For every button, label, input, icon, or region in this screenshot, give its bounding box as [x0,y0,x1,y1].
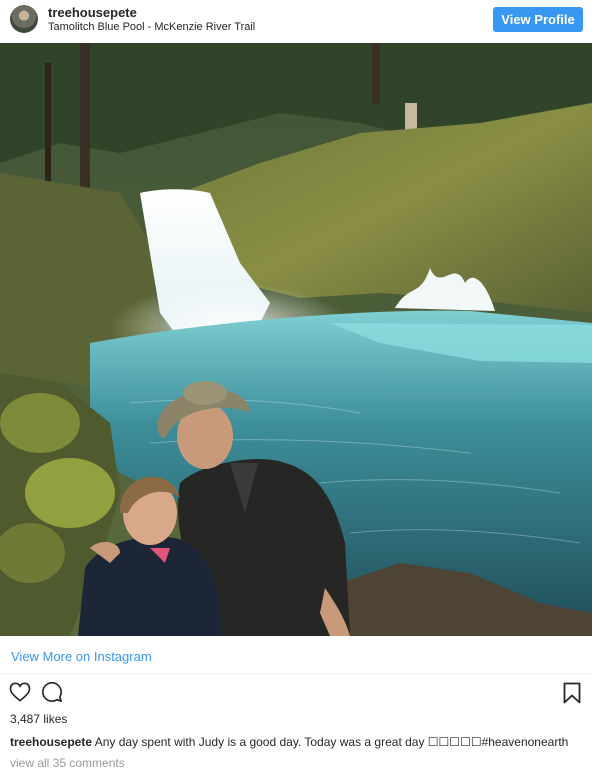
divider [0,673,592,674]
caption-username[interactable]: treehousepete [10,735,92,749]
heart-icon[interactable] [9,682,31,707]
caption-text: Any day spent with Judy is a good day. T… [94,735,569,749]
post-header: treehousepete Tamolitch Blue Pool - McKe… [0,0,592,43]
avatar[interactable] [10,5,38,33]
likes-count: 3,487 likes [10,712,68,726]
bookmark-icon[interactable] [563,682,581,709]
header-location[interactable]: Tamolitch Blue Pool - McKenzie River Tra… [48,21,255,33]
header-username[interactable]: treehousepete [48,5,137,20]
comment-icon[interactable] [41,681,63,708]
view-comments-link[interactable]: view all 35 comments [10,756,125,770]
view-more-link[interactable]: View More on Instagram [11,649,152,664]
view-profile-button[interactable]: View Profile [493,7,583,32]
post-photo[interactable] [0,43,592,636]
post-caption: treehousepete Any day spent with Judy is… [10,735,588,749]
